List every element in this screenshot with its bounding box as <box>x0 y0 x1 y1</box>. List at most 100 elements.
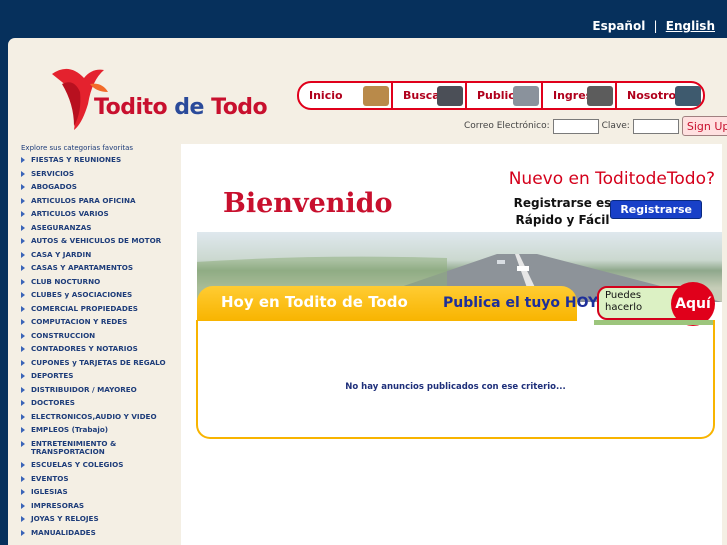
category-item[interactable]: AUTOS & VEHICULOS DE MOTOR <box>21 236 181 245</box>
category-item[interactable]: DOCTORES <box>21 398 181 407</box>
category-label: EVENTOS <box>31 473 69 483</box>
category-item[interactable]: DEPORTES <box>21 371 181 380</box>
category-label: JOYAS Y RELOJES <box>31 514 99 524</box>
category-label: ARTICULOS VARIOS <box>31 209 109 218</box>
triangle-right-icon <box>21 305 25 312</box>
category-label: EMPLEOS (Trabajo) <box>31 425 109 434</box>
main-content: Nuevo en ToditodeTodo? Bienvenido Regist… <box>181 144 722 545</box>
category-item[interactable]: COMERCIAL PROPIEDADES <box>21 304 181 313</box>
category-item[interactable]: ESCUELAS Y COLEGIOS <box>21 460 181 470</box>
today-banner-text: Hoy en Todito de Todo <box>221 293 408 311</box>
english-link[interactable]: English <box>666 19 715 33</box>
category-item[interactable]: FIESTAS Y REUNIONES <box>21 155 181 164</box>
category-item[interactable]: EVENTOS <box>21 473 181 483</box>
category-item[interactable]: CASA Y JARDIN <box>21 249 181 259</box>
post-here-button[interactable]: Puedes hacerlo Aquí <box>597 282 715 326</box>
triangle-right-icon <box>21 170 25 177</box>
register-line-1: Registrarse es <box>513 196 612 210</box>
category-sidebar: Explore sus categorias favoritas FIESTAS… <box>21 144 181 542</box>
triangle-right-icon <box>21 278 25 285</box>
email-label: Correo Electrónico: <box>464 121 550 131</box>
category-item[interactable]: ASEGURANZAS <box>21 222 181 232</box>
category-item[interactable]: JOYAS Y RELOJES <box>21 514 181 524</box>
triangle-right-icon <box>21 413 25 420</box>
category-item[interactable]: CLUBES y ASOCIACIONES <box>21 290 181 299</box>
category-item[interactable]: CLUB NOCTURNO <box>21 276 181 286</box>
category-item[interactable]: ABOGADOS <box>21 182 181 191</box>
home-icon <box>363 86 389 106</box>
publish-today-link[interactable]: Publica el tuyo HOY <box>443 295 598 311</box>
post-here-text: Puedes hacerlo <box>605 290 642 314</box>
triangle-right-icon <box>21 251 25 258</box>
triangle-right-icon <box>21 462 25 469</box>
main-nav: Inicio Buscar Publicar Ingreso Nosotros <box>297 81 705 110</box>
can-line-2: hacerlo <box>605 302 643 313</box>
triangle-right-icon <box>21 529 25 536</box>
car-icon <box>513 86 539 106</box>
triangle-right-icon <box>21 489 25 496</box>
nav-item-buscar[interactable]: Buscar <box>393 83 467 108</box>
category-label: ESCUELAS Y COLEGIOS <box>31 460 124 470</box>
category-label: CASA Y JARDIN <box>31 249 92 259</box>
password-field[interactable] <box>632 118 679 134</box>
lang-separator: | <box>653 19 658 33</box>
triangle-right-icon <box>21 373 25 379</box>
category-label: CONTADORES Y NOTARIOS <box>31 344 138 353</box>
site-logo[interactable]: Todito de Todo <box>44 64 274 134</box>
category-item[interactable]: IMPRESORAS <box>21 500 181 510</box>
nav-item-publicar[interactable]: Publicar <box>467 83 543 108</box>
welcome-title: Bienvenido <box>223 188 393 219</box>
triangle-right-icon <box>21 238 25 244</box>
category-label: ARTICULOS PARA OFICINA <box>31 195 136 205</box>
email-field[interactable] <box>552 118 599 134</box>
nav-item-inicio[interactable]: Inicio <box>299 83 393 108</box>
category-label: CLUBES y ASOCIACIONES <box>31 290 133 299</box>
empty-listing-message: No hay anuncios publicados con ese crite… <box>345 382 566 392</box>
triangle-right-icon <box>21 440 25 447</box>
category-item[interactable]: ELECTRONICOS,AUDIO Y VIDEO <box>21 412 181 421</box>
category-label: CONSTRUCCION <box>31 330 96 340</box>
can-line-1: Puedes <box>605 290 642 301</box>
category-item[interactable]: CUPONES y TARJETAS DE REGALO <box>21 357 181 367</box>
logo-text: Todito de Todo <box>94 95 268 120</box>
category-item[interactable]: ARTICULOS VARIOS <box>21 209 181 218</box>
category-label: CASAS Y APARTAMENTOS <box>31 263 134 272</box>
category-item[interactable]: ENTRETENIMIENTO & TRANSPORTACION <box>21 439 181 456</box>
logo-word-3: Todo <box>211 95 268 120</box>
category-item[interactable]: SERVICIOS <box>21 169 181 178</box>
category-item[interactable]: CONSTRUCCION <box>21 330 181 340</box>
triangle-right-icon <box>21 332 25 339</box>
category-label: IMPRESORAS <box>31 500 85 510</box>
category-item[interactable]: MANUALIDADES <box>21 527 181 537</box>
triangle-right-icon <box>21 211 25 217</box>
triangle-right-icon <box>21 359 25 366</box>
triangle-right-icon <box>21 265 25 271</box>
category-item[interactable]: ARTICULOS PARA OFICINA <box>21 195 181 205</box>
nav-item-nosotros[interactable]: Nosotros <box>617 83 703 108</box>
register-button[interactable]: Registrarse <box>610 200 702 219</box>
triangle-right-icon <box>21 184 25 190</box>
category-item[interactable]: COMPUTACION Y REDES <box>21 317 181 326</box>
triangle-right-icon <box>21 292 25 298</box>
category-label: AUTOS & VEHICULOS DE MOTOR <box>31 236 162 245</box>
triangle-right-icon <box>21 400 25 406</box>
category-item[interactable]: CONTADORES Y NOTARIOS <box>21 344 181 353</box>
category-label: ASEGURANZAS <box>31 222 92 232</box>
nav-item-ingreso[interactable]: Ingreso <box>543 83 617 108</box>
nav-inicio-label: Inicio <box>309 89 343 102</box>
triangle-right-icon <box>21 475 25 482</box>
category-label: DOCTORES <box>31 398 75 407</box>
category-label: DEPORTES <box>31 371 74 380</box>
category-item[interactable]: EMPLEOS (Trabajo) <box>21 425 181 434</box>
category-label: CLUB NOCTURNO <box>31 276 101 286</box>
login-form: Correo Electrónico: Clave: Sign Up <box>464 116 727 136</box>
register-line-2: Rápido y Fácil <box>515 213 610 227</box>
category-item[interactable]: CASAS Y APARTAMENTOS <box>21 263 181 272</box>
category-label: MANUALIDADES <box>31 527 96 537</box>
language-bar: Español | English <box>592 19 715 33</box>
category-item[interactable]: DISTRIBUIDOR / MAYOREO <box>21 385 181 394</box>
page-panel: Todito de Todo Inicio Buscar Publicar In… <box>8 38 727 545</box>
category-label: CUPONES y TARJETAS DE REGALO <box>31 357 166 367</box>
category-item[interactable]: IGLESIAS <box>21 487 181 496</box>
sign-up-button[interactable]: Sign Up <box>681 116 727 136</box>
